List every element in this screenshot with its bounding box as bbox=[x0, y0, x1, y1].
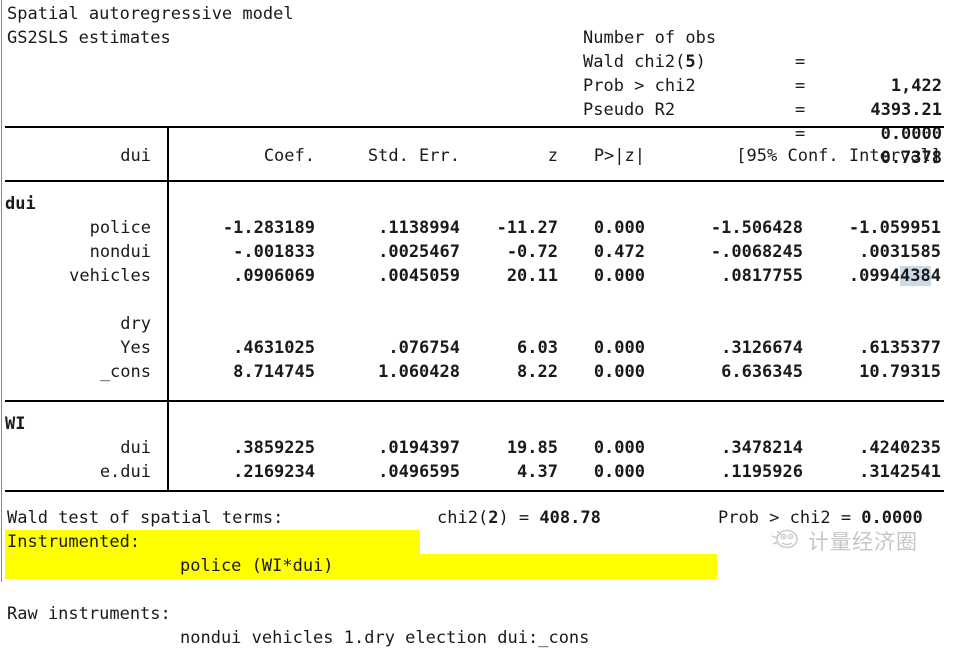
table-header-rule bbox=[5, 180, 944, 182]
summary-stat-wald-chi2-label: Wald chi2(5) bbox=[583, 50, 706, 74]
instrumented-label: Instrumented: bbox=[7, 532, 141, 552]
cell-vehicles-ci-upper: .09944384 bbox=[791, 264, 941, 288]
table-top-rule bbox=[5, 126, 944, 128]
row-label-dry: dry bbox=[120, 314, 151, 334]
summary-stat-prob-chi2: Prob > chi2 = 0.0000 bbox=[0, 50, 942, 144]
cell-police-ci-upper: -1.059951 bbox=[848, 218, 941, 238]
cell-nondui-p-value: 0.472 bbox=[593, 242, 645, 262]
summary-stat-wald-chi2: Wald chi2(5) = 4393.21 bbox=[0, 26, 942, 120]
column-header-conf-interval: [95% Conf. Interval] bbox=[736, 146, 941, 166]
cell-police-coef: -1.283189 bbox=[222, 218, 315, 238]
table-vertical-rule-block-dui bbox=[167, 182, 169, 400]
equation-label-dui: dui bbox=[5, 194, 36, 214]
raw-instruments-value: nondui vehicles 1.dry election dui:_cons bbox=[180, 628, 590, 648]
raw-instruments-label: Raw instruments: bbox=[7, 604, 171, 624]
wald-test-prob: Prob > chi2 = 0.0000 bbox=[718, 506, 923, 530]
cell-police-std-err: .1138994 bbox=[378, 218, 460, 238]
summary-stat-pseudo-r2-label: Pseudo R2 bbox=[583, 100, 676, 120]
cell-police-p-value: 0.000 bbox=[593, 218, 645, 238]
cell-nondui-z: -0.72 bbox=[506, 242, 558, 262]
cell-nondui-ci-upper: .0031585 bbox=[859, 242, 941, 262]
wald-test-chi2-df: 2 bbox=[488, 508, 499, 528]
cell-yes-p-value: 0.000 bbox=[593, 338, 645, 358]
cell-cons-z: 8.22 bbox=[517, 362, 558, 382]
row-label-cons: _cons bbox=[99, 362, 151, 382]
cell-wi-e-dui-coef: .2169234 bbox=[233, 462, 315, 482]
summary-stat-pseudo-r2: Pseudo R2 = 0.7378 bbox=[0, 74, 942, 168]
wald-test-chi2-value: 408.78 bbox=[539, 508, 601, 528]
cell-wi-e-dui-z: 4.37 bbox=[517, 462, 558, 482]
cell-wi-dui-ci-lower: .3478214 bbox=[721, 438, 803, 458]
wald-test-chi2-prefix: chi2( bbox=[437, 508, 489, 528]
row-label-wi-dui: dui bbox=[120, 438, 151, 458]
summary-stat-obs-value: 1,422 bbox=[890, 76, 942, 96]
cell-cons-coef: 8.714745 bbox=[233, 362, 315, 382]
column-header-coef: Coef. bbox=[263, 146, 315, 166]
wald-test-prob-label: Prob > chi2 = bbox=[718, 508, 862, 528]
cell-vehicles-p-value: 0.000 bbox=[593, 266, 645, 286]
wald-test-prob-value: 0.0000 bbox=[861, 508, 923, 528]
model-title-line1: Spatial autoregressive model bbox=[7, 4, 294, 24]
cell-wi-e-dui-p-value: 0.000 bbox=[593, 462, 645, 482]
cell-wi-e-dui-std-err: .0496595 bbox=[378, 462, 460, 482]
summary-stat-wald-chi2-df: 5 bbox=[685, 52, 696, 72]
column-header-z: z bbox=[547, 146, 558, 166]
cell-wi-dui-z: 19.85 bbox=[506, 438, 558, 458]
summary-stat-wald-chi2-label-head: Wald chi2( bbox=[583, 52, 686, 72]
cell-wi-e-dui-ci-upper: .3142541 bbox=[859, 462, 941, 482]
summary-stat-wald-chi2-label-tail: ) bbox=[695, 52, 706, 72]
cell-nondui-ci-lower: -.0068245 bbox=[710, 242, 803, 262]
cell-yes-ci-lower: .3126674 bbox=[721, 338, 803, 358]
row-label-wi-e-dui: e.dui bbox=[99, 462, 151, 482]
cell-yes-ci-upper: .6135377 bbox=[859, 338, 941, 358]
cell-police-ci-lower: -1.506428 bbox=[710, 218, 803, 238]
column-header-std-err: Std. Err. bbox=[367, 146, 460, 166]
column-header-p-value: P>|z| bbox=[593, 146, 645, 166]
cell-vehicles-z: 20.11 bbox=[506, 266, 558, 286]
cell-nondui-coef: -.001833 bbox=[233, 242, 315, 262]
cell-nondui-std-err: .0025467 bbox=[378, 242, 460, 262]
column-header-dependent-var: dui bbox=[120, 146, 151, 166]
cell-wi-dui-std-err: .0194397 bbox=[378, 438, 460, 458]
row-label-vehicles: vehicles bbox=[69, 266, 151, 286]
cell-yes-z: 6.03 bbox=[517, 338, 558, 358]
wald-test-chi2: chi2(2) = 408.78 bbox=[437, 506, 601, 530]
cell-vehicles-coef: .0906069 bbox=[233, 266, 315, 286]
summary-stat-prob-chi2-equals: = bbox=[795, 100, 806, 120]
summary-stat-obs-label: Number of obs bbox=[583, 28, 717, 48]
cell-cons-std-err: 1.060428 bbox=[378, 362, 460, 382]
selection-suffix: 4 bbox=[930, 266, 941, 286]
cell-vehicles-ci-lower: .0817755 bbox=[721, 266, 803, 286]
cell-wi-dui-ci-upper: .4240235 bbox=[859, 438, 941, 458]
cell-yes-coef: .4631025 bbox=[233, 338, 315, 358]
stata-output-pane: Spatial autoregressive model GS2SLS esti… bbox=[0, 0, 956, 648]
row-label-nondui: nondui bbox=[89, 242, 151, 262]
cell-cons-ci-lower: 6.636345 bbox=[721, 362, 803, 382]
cell-yes-std-err: .076754 bbox=[388, 338, 460, 358]
cell-wi-dui-p-value: 0.000 bbox=[593, 438, 645, 458]
text-selection-highlight[interactable]: 438 bbox=[900, 266, 931, 286]
cell-wi-e-dui-ci-lower: .1195926 bbox=[721, 462, 803, 482]
wald-test-chi2-mid: ) = bbox=[498, 508, 540, 528]
wald-test-label: Wald test of spatial terms: bbox=[7, 508, 284, 528]
table-block-separator-rule bbox=[5, 400, 944, 402]
cell-cons-ci-upper: 10.79315 bbox=[859, 362, 941, 382]
cell-cons-p-value: 0.000 bbox=[593, 362, 645, 382]
summary-stat-prob-chi2-label: Prob > chi2 bbox=[583, 76, 696, 96]
instrumented-value: police (WI*dui) bbox=[180, 556, 334, 576]
summary-stat-obs: Number of obs = 1,422 bbox=[0, 2, 942, 96]
row-label-police: police bbox=[89, 218, 151, 238]
cell-wi-dui-coef: .3859225 bbox=[233, 438, 315, 458]
selection-prefix: .0994 bbox=[848, 266, 901, 286]
table-vertical-rule-block-wi bbox=[167, 402, 169, 490]
table-bottom-rule bbox=[5, 490, 944, 492]
cell-vehicles-std-err: .0045059 bbox=[378, 266, 460, 286]
cell-police-z: -11.27 bbox=[496, 218, 558, 238]
table-vertical-rule-header bbox=[167, 128, 169, 180]
equation-label-wi: WI bbox=[5, 414, 26, 434]
summary-stat-wald-chi2-equals: = bbox=[795, 76, 806, 96]
row-label-yes: Yes bbox=[120, 338, 151, 358]
summary-stat-wald-chi2-value: 4393.21 bbox=[870, 100, 942, 120]
summary-stat-obs-equals: = bbox=[795, 52, 806, 72]
